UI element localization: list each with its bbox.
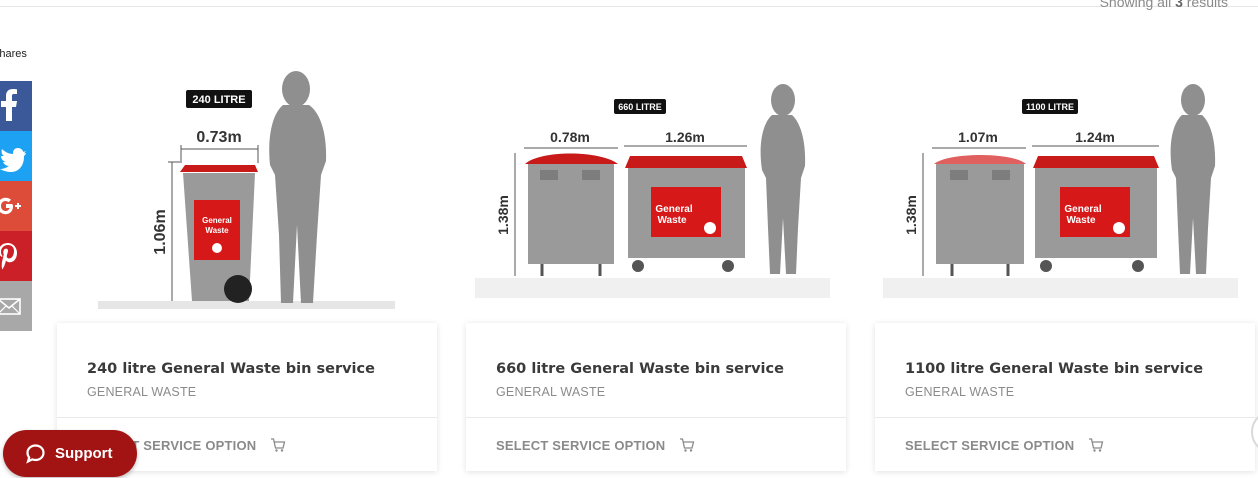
person-silhouette	[269, 71, 327, 303]
width-dimension-label: 0.78m	[550, 129, 590, 145]
select-service-option-label: SELECT SERVICE OPTION	[905, 437, 1075, 453]
select-service-option-button[interactable]: SELECT SERVICE OPTION	[905, 437, 1104, 453]
product-image-240-litre[interactable]: 240 LITRE 0.73m 1.06m General Waste	[95, 65, 400, 313]
top-divider	[0, 6, 1258, 7]
results-count: Showing all 3 results	[1099, 0, 1228, 10]
cart-icon	[680, 438, 695, 452]
bin-label-line2: Waste	[205, 226, 229, 235]
bin-label-line1: General	[1064, 204, 1101, 215]
product-category[interactable]: GENERAL WASTE	[87, 385, 196, 399]
product-title[interactable]: 1100 litre General Waste bin service	[905, 361, 1203, 377]
bin-lid-large	[1033, 156, 1159, 168]
width-dimension-label: 0.73m	[196, 129, 241, 146]
card-divider	[875, 417, 1255, 418]
size-badge-label: 1100 LITRE	[1026, 102, 1074, 112]
bin-label-line1: General	[202, 216, 232, 225]
bin-label-line1: General	[655, 204, 692, 215]
person-silhouette	[760, 84, 806, 274]
width-dimension-label-2: 1.24m	[1075, 129, 1115, 145]
floor-shadow	[98, 301, 395, 309]
cart-icon	[1089, 438, 1104, 452]
bin-handle	[950, 170, 968, 180]
bin-label-line2: Waste	[1066, 215, 1096, 226]
select-service-option-label: SELECT SERVICE OPTION	[496, 437, 666, 453]
size-badge-label: 240 LITRE	[192, 94, 245, 106]
person-silhouette	[1170, 84, 1216, 274]
bin-wheel	[224, 275, 252, 303]
product-category[interactable]: GENERAL WASTE	[905, 385, 1014, 399]
bin-label-line2: Waste	[657, 215, 687, 226]
bin-handle	[582, 170, 600, 180]
floor-shadow	[883, 278, 1238, 298]
product-title[interactable]: 240 litre General Waste bin service	[87, 361, 375, 377]
bin-wheel	[632, 260, 644, 272]
card-divider	[466, 417, 846, 418]
floor-shadow	[475, 278, 830, 298]
share-bar	[0, 81, 32, 331]
height-dimension-label: 1.38m	[495, 195, 511, 235]
bin-wheel	[1132, 260, 1144, 272]
product-title[interactable]: 660 litre General Waste bin service	[496, 361, 784, 377]
bin-lid	[934, 155, 1026, 164]
size-badge-label: 660 LITRE	[618, 102, 662, 112]
bin-lid-large	[625, 156, 747, 168]
card-divider	[57, 417, 437, 418]
bin-lid	[180, 165, 258, 172]
share-email-button[interactable]	[0, 281, 32, 331]
support-label: Support	[55, 445, 113, 462]
bin-wheel	[1040, 260, 1052, 272]
bin-handle	[540, 170, 558, 180]
product-image-660-litre[interactable]: 660 LITRE 0.78m 1.26m 1.38m General Wast…	[470, 78, 840, 306]
shares-label: Shares	[0, 48, 27, 60]
waste-bag-icon	[704, 222, 716, 234]
pinterest-icon	[0, 243, 17, 270]
height-dimension-label: 1.38m	[903, 195, 919, 235]
share-pinterest-button[interactable]	[0, 231, 32, 281]
facebook-icon	[1, 89, 17, 121]
cart-icon	[271, 438, 286, 452]
chat-bubble-icon	[26, 444, 45, 464]
product-card-1100-litre: 1100 litre General Waste bin service GEN…	[875, 323, 1255, 471]
twitter-icon	[0, 148, 26, 172]
width-dimension-label: 1.07m	[958, 129, 998, 145]
share-twitter-button[interactable]	[0, 131, 32, 181]
share-facebook-button[interactable]	[0, 81, 32, 131]
product-card-660-litre: 660 litre General Waste bin service GENE…	[466, 323, 846, 471]
google-plus-icon	[0, 197, 21, 215]
select-service-option-button[interactable]: SELECT SERVICE OPTION	[496, 437, 695, 453]
height-dimension-label: 1.06m	[152, 209, 169, 254]
bin-body	[936, 164, 1024, 264]
envelope-icon	[0, 298, 21, 315]
bin-wheel	[722, 260, 734, 272]
support-chat-button[interactable]: Support	[3, 430, 137, 477]
waste-bag-icon	[1113, 222, 1125, 234]
width-dimension-label-2: 1.26m	[665, 129, 705, 145]
product-category[interactable]: GENERAL WASTE	[496, 385, 605, 399]
bin-lid	[525, 153, 618, 164]
product-image-1100-litre[interactable]: 1100 LITRE 1.07m 1.24m 1.38m General Was…	[878, 78, 1248, 306]
share-google-plus-button[interactable]	[0, 181, 32, 231]
bin-handle	[992, 170, 1010, 180]
waste-bag-icon	[212, 243, 222, 253]
